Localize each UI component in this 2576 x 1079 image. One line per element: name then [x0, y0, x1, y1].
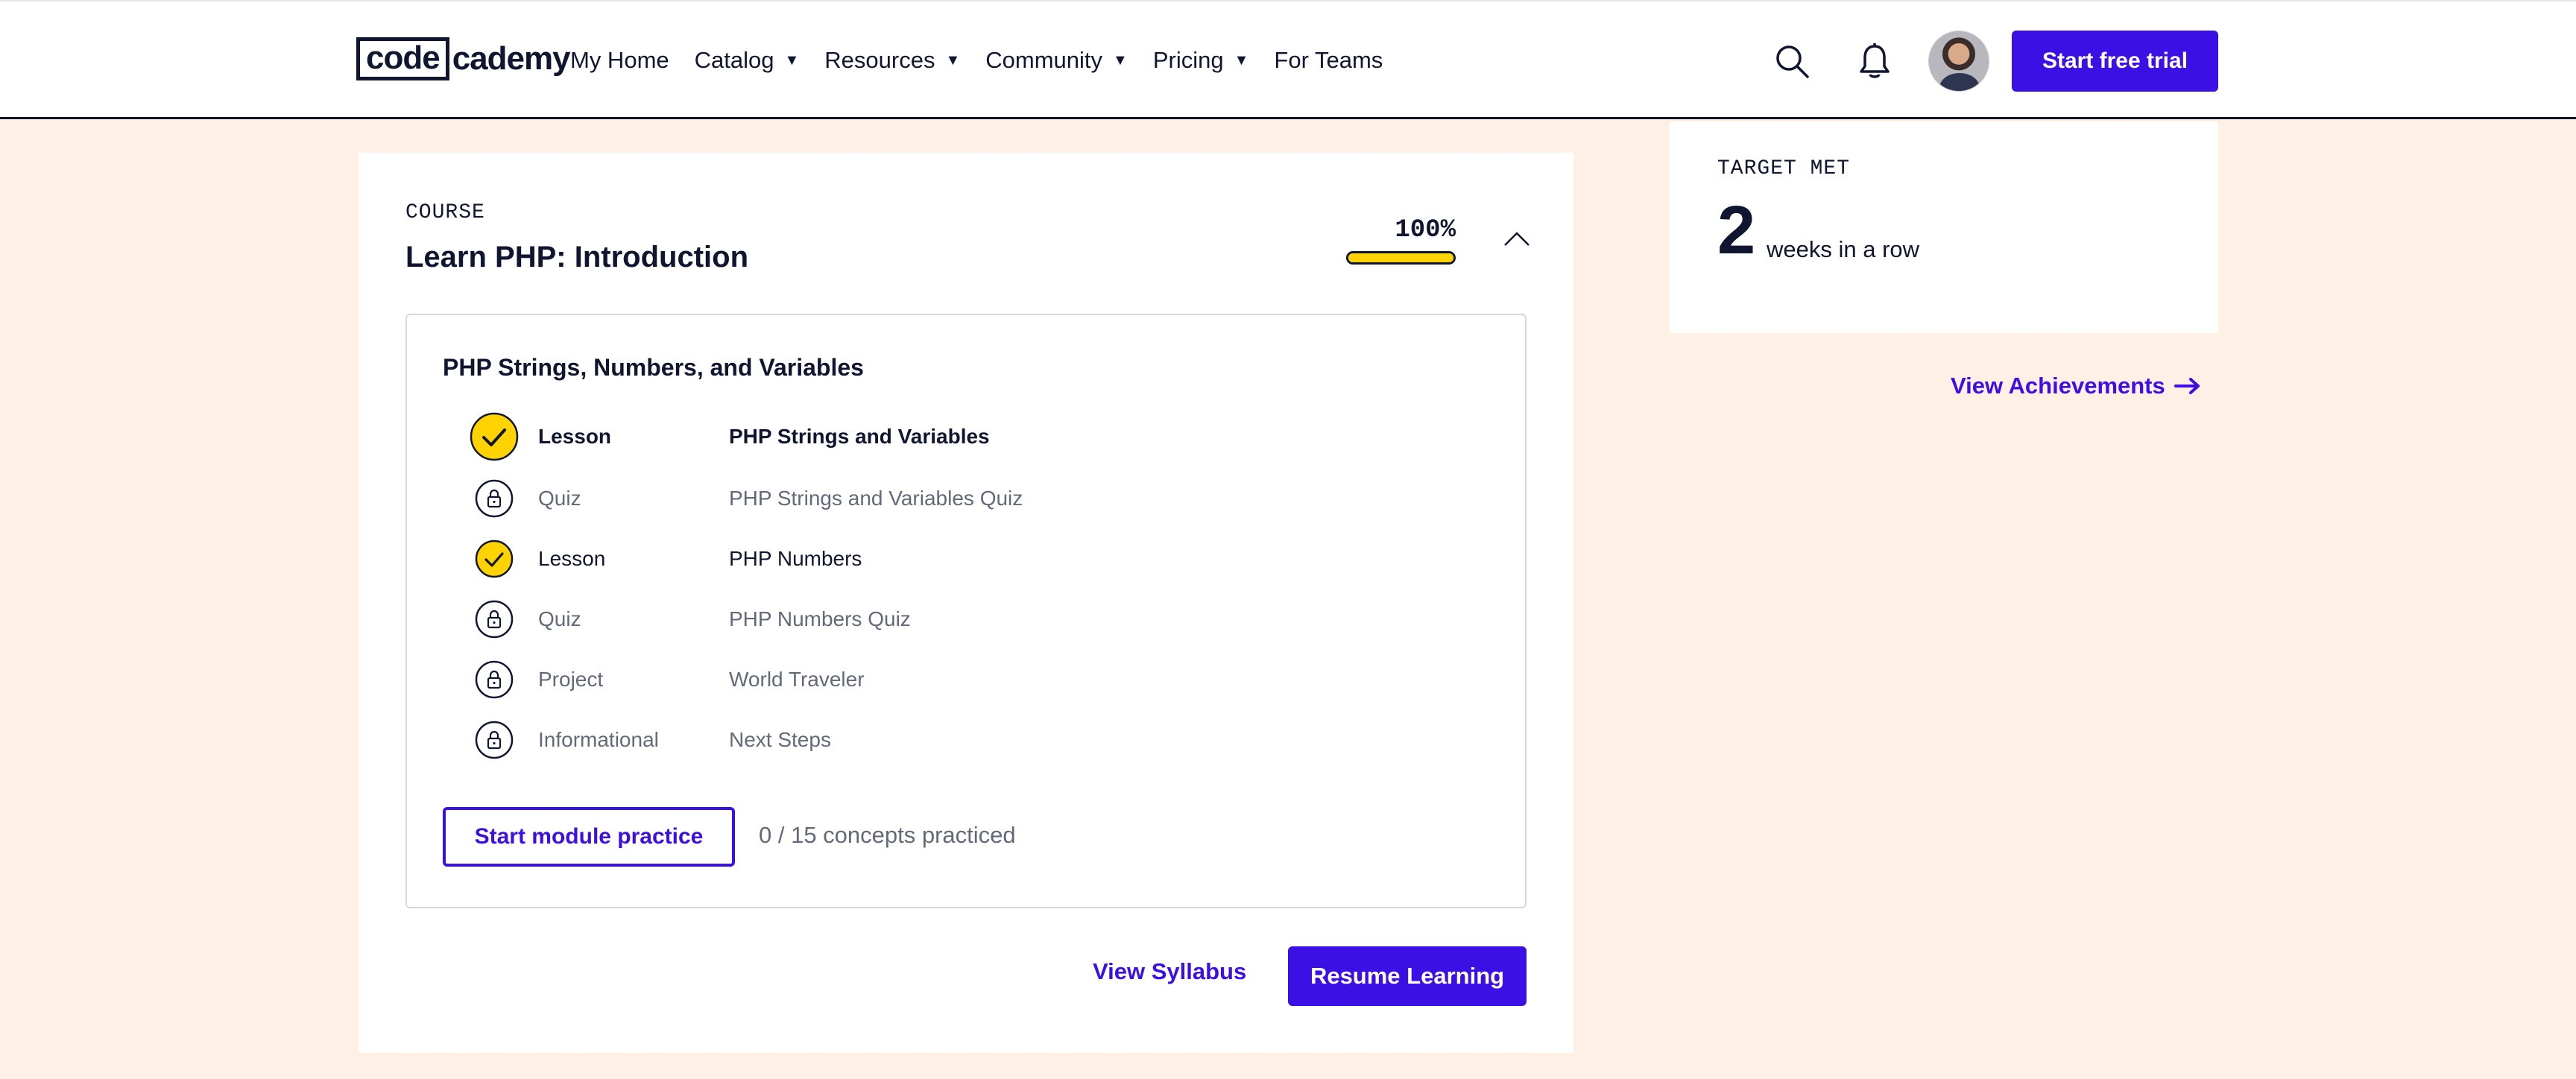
- nav-pricing[interactable]: Pricing ▼: [1153, 47, 1249, 74]
- caret-down-icon: ▼: [784, 51, 800, 69]
- item-type: Lesson: [538, 547, 606, 570]
- nav-for-teams-label: For Teams: [1274, 47, 1383, 73]
- check-circle-icon: [470, 534, 519, 583]
- item-type: Informational: [538, 728, 659, 751]
- streak-count: 2: [1717, 192, 1756, 268]
- item-type: Project: [538, 668, 604, 691]
- chevron-up-icon[interactable]: [1499, 221, 1535, 257]
- module-item[interactable]: Lesson PHP Strings and Variables: [470, 412, 990, 461]
- codecademy-logo[interactable]: code cademy: [356, 37, 571, 80]
- course-title[interactable]: Learn PHP: Introduction: [405, 241, 748, 274]
- nav-catalog[interactable]: Catalog ▼: [695, 47, 800, 74]
- check-circle-icon: [470, 412, 519, 461]
- item-name: PHP Numbers: [729, 547, 862, 570]
- nav-pricing-label: Pricing: [1152, 47, 1224, 73]
- search-icon[interactable]: [1771, 40, 1813, 82]
- course-card: COURSE Learn PHP: Introduction 100% PHP …: [359, 153, 1573, 1053]
- logo-cademy-part: cademy: [452, 40, 571, 77]
- module-item[interactable]: Lesson PHP Numbers: [470, 534, 862, 583]
- caret-down-icon: ▼: [1113, 51, 1128, 69]
- start-free-trial-button[interactable]: Start free trial: [2012, 31, 2218, 92]
- module-panel: PHP Strings, Numbers, and Variables Less…: [405, 314, 1527, 908]
- item-name: World Traveler: [729, 668, 865, 691]
- module-item[interactable]: Quiz PHP Numbers Quiz: [470, 595, 911, 644]
- module-item[interactable]: Informational Next Steps: [470, 715, 831, 765]
- view-syllabus-link[interactable]: View Syllabus: [1093, 958, 1246, 985]
- lock-icon: [470, 595, 519, 644]
- course-eyebrow: COURSE: [405, 201, 485, 224]
- nav-catalog-label: Catalog: [694, 47, 774, 73]
- caret-down-icon: ▼: [945, 51, 961, 69]
- progress-percentage: 100%: [1395, 216, 1456, 244]
- item-type: Quiz: [538, 607, 581, 630]
- avatar-shoulders: [1939, 73, 1980, 91]
- nav-my-home[interactable]: My Home: [570, 47, 669, 74]
- main-nav: My Home Catalog ▼ Resources ▼ Community …: [570, 40, 1408, 80]
- streak-label: weeks in a row: [1767, 236, 1920, 262]
- weekly-streak-card: TARGET MET 2 weeks in a row: [1670, 121, 2218, 333]
- resume-learning-button[interactable]: Resume Learning: [1288, 946, 1527, 1006]
- lock-icon: [470, 474, 519, 523]
- item-type: Lesson: [538, 425, 612, 448]
- view-achievements-label: View Achievements: [1951, 373, 2165, 399]
- nav-resources-label: Resources: [824, 47, 935, 73]
- view-achievements-link[interactable]: View Achievements: [1951, 373, 2201, 399]
- item-name: Next Steps: [729, 728, 831, 751]
- lock-icon: [470, 655, 519, 704]
- module-title: PHP Strings, Numbers, and Variables: [443, 354, 864, 381]
- nav-my-home-label: My Home: [570, 47, 669, 73]
- nav-community[interactable]: Community ▼: [985, 47, 1128, 74]
- item-name: PHP Strings and Variables: [729, 425, 990, 448]
- item-type: Quiz: [538, 487, 581, 510]
- nav-community-label: Community: [985, 47, 1103, 73]
- logo-code-part: code: [356, 37, 449, 80]
- module-item[interactable]: Project World Traveler: [470, 655, 865, 704]
- arrow-right-icon: [2174, 377, 2201, 395]
- nav-for-teams[interactable]: For Teams: [1274, 47, 1383, 74]
- user-avatar[interactable]: [1928, 31, 1989, 92]
- item-name: PHP Numbers Quiz: [729, 607, 911, 630]
- top-navigation-bar: code cademy My Home Catalog ▼ Resources …: [0, 0, 2576, 119]
- item-name: PHP Strings and Variables Quiz: [729, 487, 1023, 510]
- concepts-practiced-count: 0 / 15 concepts practiced: [759, 822, 1016, 848]
- bell-icon[interactable]: [1854, 40, 1895, 82]
- streak-eyebrow: TARGET MET: [1717, 157, 1851, 180]
- lock-icon: [470, 715, 519, 765]
- progress-bar-fill: [1348, 253, 1453, 262]
- nav-resources[interactable]: Resources ▼: [824, 47, 960, 74]
- progress-bar: [1346, 251, 1456, 265]
- module-item[interactable]: Quiz PHP Strings and Variables Quiz: [470, 474, 1023, 523]
- caret-down-icon: ▼: [1234, 51, 1249, 69]
- start-module-practice-button[interactable]: Start module practice: [443, 807, 735, 867]
